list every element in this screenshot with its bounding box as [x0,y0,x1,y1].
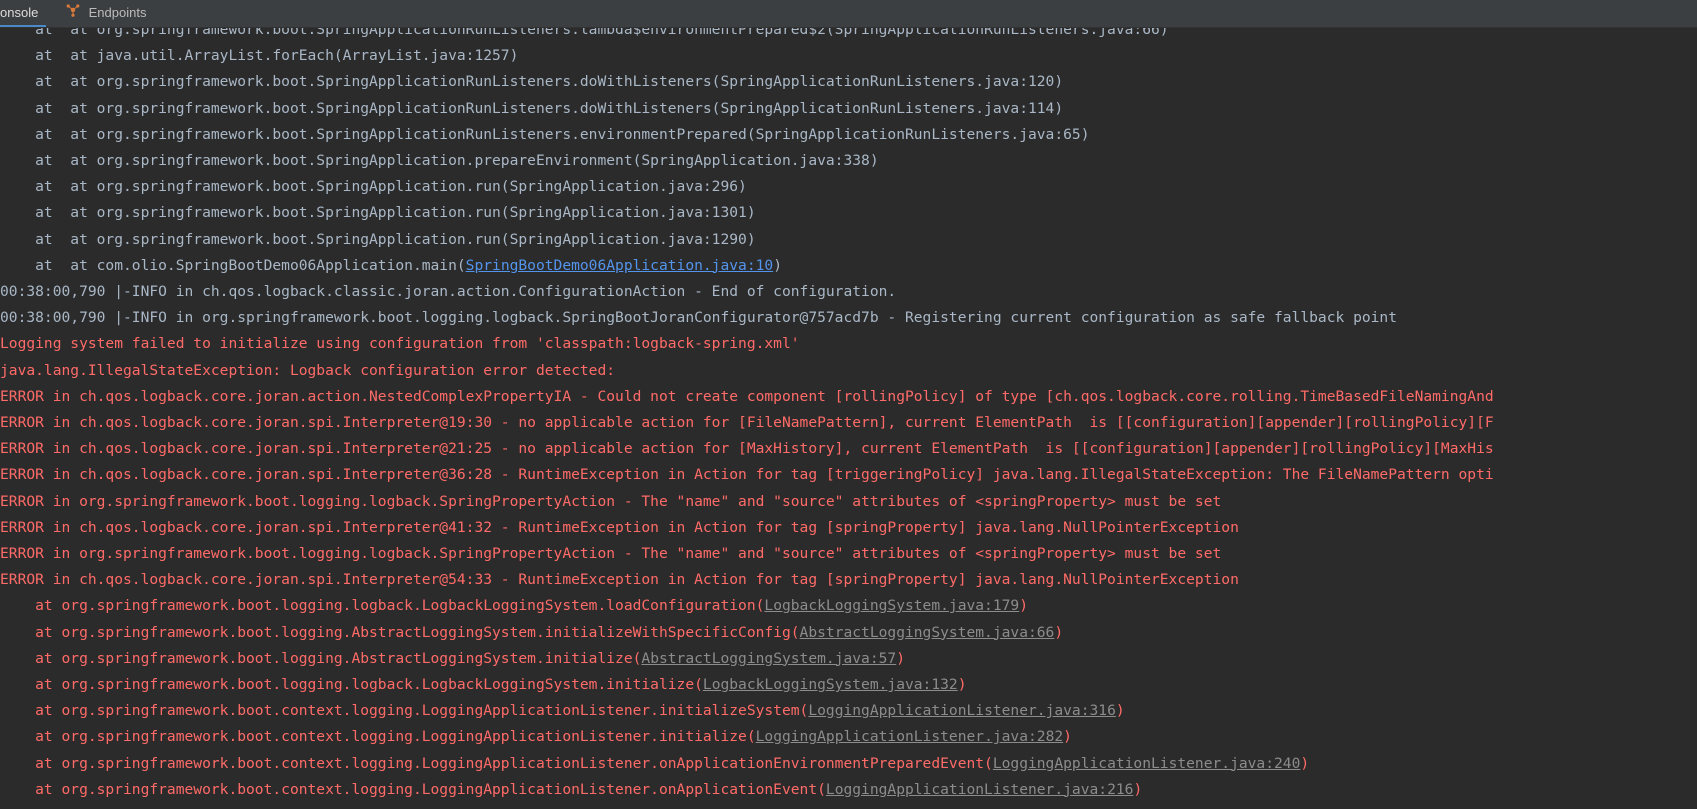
console-line-suffix: ) [1054,623,1064,641]
console-line-text: at at org.springframework.boot.SpringApp… [0,152,879,169]
console-line-text: Logging system failed to initialize usin… [0,335,800,353]
console-line-text: at org.springframework.boot.context.logg… [0,780,826,798]
console-line-text: at at org.springframework.boot.SpringApp… [0,178,747,196]
console-line-text: at at org.springframework.boot.SpringApp… [0,73,1064,91]
console-line-text: at org.springframework.boot.logging.logb… [0,676,703,693]
tool-window-tabbar: onsole Endpoints [0,0,1697,28]
endpoints-icon [66,0,80,25]
console-line-text: at org.springframework.boot.logging.logb… [0,597,765,615]
source-link[interactable]: LoggingApplicationListener.java:316 [808,702,1116,719]
console-line-text: at at org.springframework.boot.SpringApp… [0,125,1090,143]
source-link[interactable]: LogbackLoggingSystem.java:132 [703,676,958,693]
console-output[interactable]: at at org.springframework.boot.SpringApp… [0,28,1697,809]
source-link[interactable]: LogbackLoggingSystem.java:179 [764,597,1019,614]
console-line-text: at at java.util.ArrayList.forEach(ArrayL… [0,47,519,65]
console-line-text: 00:38:00,790 |-INFO in ch.qos.logback.cl… [0,283,897,300]
console-line-text: 00:38:00,790 |-INFO in org.springframewo… [0,309,1398,327]
console-line: at org.springframework.boot.context.logg… [0,751,1309,777]
console-line-text: at at org.springframework.boot.SpringApp… [0,28,1169,38]
console-line-text: at org.springframework.boot.context.logg… [0,728,756,746]
console-line: at at org.springframework.boot.SpringApp… [0,96,1063,122]
console-line-text: ERROR in ch.qos.logback.core.joran.spi.I… [0,466,1494,484]
console-line: at at org.springframework.boot.SpringApp… [0,227,756,253]
console-line-suffix: ) [1300,754,1310,772]
console-line: at at org.springframework.boot.SpringApp… [0,69,1063,95]
console-line: at org.springframework.boot.logging.logb… [0,672,967,698]
console-line: ERROR in ch.qos.logback.core.joran.spi.I… [0,436,1494,462]
console-line: at org.springframework.boot.logging.logb… [0,593,1028,619]
console-line: at at java.util.ArrayList.forEach(ArrayL… [0,43,518,69]
source-link[interactable]: LoggingApplicationListener.java:240 [993,755,1301,772]
console-line-text: at at com.olio.SpringBootDemo06Applicati… [0,256,466,274]
console-line-text: ERROR in org.springframework.boot.loggin… [0,545,1222,562]
console-line-text: at org.springframework.boot.context.logg… [0,702,809,720]
console-line: at org.springframework.boot.context.logg… [0,698,1125,724]
console-line-text: ERROR in ch.qos.logback.core.joran.spi.I… [0,440,1494,458]
console-line-text: ERROR in ch.qos.logback.core.joran.actio… [0,387,1494,405]
console-line: ERROR in ch.qos.logback.core.joran.actio… [0,384,1494,410]
console-line: at at org.springframework.boot.SpringApp… [0,148,879,174]
console-line: ERROR in org.springframework.boot.loggin… [0,541,1221,567]
console-line: ERROR in org.springframework.boot.loggin… [0,489,1221,515]
tab-console[interactable]: onsole [0,0,47,27]
console-line-text: at org.springframework.boot.logging.Abst… [0,623,800,641]
console-line: ERROR in ch.qos.logback.core.joran.spi.I… [0,567,1239,593]
console-line: at at org.springframework.boot.SpringApp… [0,122,1090,148]
console-line: at org.springframework.boot.context.logg… [0,777,1142,803]
console-line-suffix: ) [1019,597,1029,615]
console-line-suffix: ) [896,649,906,667]
source-link[interactable]: AbstractLoggingSystem.java:66 [800,624,1055,641]
tab-console-label: onsole [0,5,39,20]
console-line: at at org.springframework.boot.SpringApp… [0,28,1169,43]
console-line-text: ERROR in ch.qos.logback.core.joran.spi.I… [0,414,1494,431]
source-link[interactable]: LoggingApplicationListener.java:216 [826,781,1134,798]
console-line: 00:38:00,790 |-INFO in org.springframewo… [0,305,1397,331]
console-line: ERROR in ch.qos.logback.core.joran.spi.I… [0,462,1494,488]
console-line-suffix: ) [957,676,967,693]
source-link[interactable]: SpringBootDemo06Application.java:10 [466,257,774,274]
console-line: 00:38:00,790 |-INFO in ch.qos.logback.cl… [0,279,896,305]
console-line-text: ERROR in ch.qos.logback.core.joran.spi.I… [0,518,1239,536]
tab-endpoints[interactable]: Endpoints [66,0,146,27]
console-line-suffix: ) [773,256,782,274]
console-line-text: at at org.springframework.boot.SpringApp… [0,204,756,222]
console-line-text: ERROR in ch.qos.logback.core.joran.spi.I… [0,571,1239,589]
console-line: at at org.springframework.boot.SpringApp… [0,200,756,226]
console-line-text: java.lang.IllegalStateException: Logback… [0,361,616,379]
source-link[interactable]: AbstractLoggingSystem.java:57 [641,650,896,667]
console-line: java.lang.IllegalStateException: Logback… [0,358,615,384]
console-line-text: at at org.springframework.boot.SpringApp… [0,230,756,248]
console-line-text: at org.springframework.boot.context.logg… [0,754,993,772]
console-line: at org.springframework.boot.logging.Abst… [0,646,905,672]
console-line: at at org.springframework.boot.SpringApp… [0,174,747,200]
console-line-suffix: ) [1063,728,1072,746]
console-line: at org.springframework.boot.logging.Abst… [0,620,1063,646]
console-line-text: at at org.springframework.boot.SpringApp… [0,99,1064,117]
console-line-text: at org.springframework.boot.logging.Abst… [0,649,642,667]
console-line-text: ERROR in org.springframework.boot.loggin… [0,492,1222,510]
console-line-suffix: ) [1133,780,1143,798]
console-line: ERROR in ch.qos.logback.core.joran.spi.I… [0,410,1494,436]
console-line: Logging system failed to initialize usin… [0,331,800,357]
console-line: ERROR in ch.qos.logback.core.joran.spi.I… [0,515,1239,541]
tab-endpoints-label: Endpoints [88,5,147,20]
console-line: at org.springframework.boot.context.logg… [0,724,1072,750]
console-line: at at com.olio.SpringBootDemo06Applicati… [0,253,782,279]
console-line-suffix: ) [1115,702,1125,720]
source-link[interactable]: LoggingApplicationListener.java:282 [756,728,1064,745]
